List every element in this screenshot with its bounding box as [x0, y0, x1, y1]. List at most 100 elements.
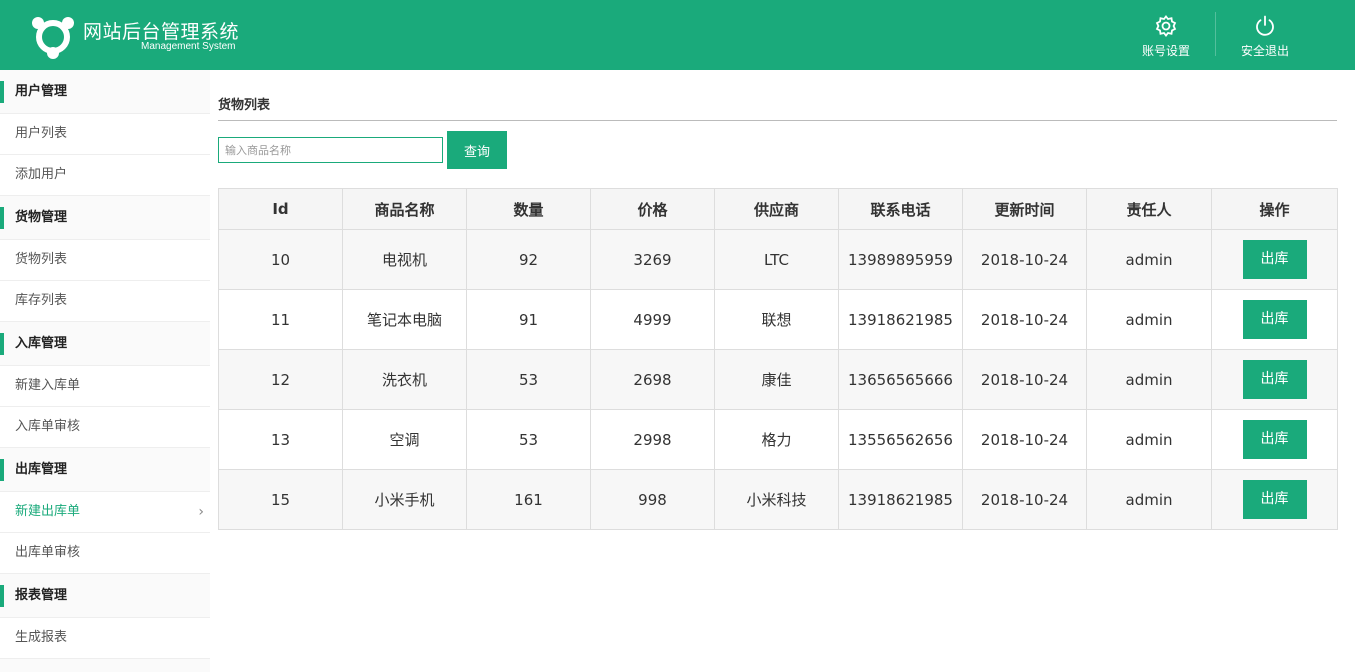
outbound-button[interactable]: 出库	[1242, 240, 1307, 279]
sidebar-group-user[interactable]: 用户管理	[0, 70, 210, 114]
table-cell: 13556562656	[838, 409, 963, 470]
table-cell: 2698	[590, 349, 715, 410]
table-cell: 13656565666	[838, 349, 963, 410]
app-subtitle: Management System	[141, 41, 236, 52]
table-cell: admin	[1086, 289, 1212, 350]
table-cell: 2998	[590, 409, 715, 470]
table-cell: 格力	[714, 409, 839, 470]
sidebar-group-inbound[interactable]: 入库管理	[0, 322, 210, 366]
table-cell: 53	[466, 349, 591, 410]
table-cell: 联想	[714, 289, 839, 350]
gear-icon	[1131, 14, 1201, 38]
column-header: 更新时间	[962, 188, 1087, 230]
sidebar-item-label: 入库单审核	[15, 419, 81, 434]
column-header: 供应商	[714, 188, 839, 230]
sidebar-item-label: 添加用户	[15, 167, 68, 182]
table-cell: 2018-10-24	[962, 289, 1087, 350]
outbound-button[interactable]: 出库	[1242, 480, 1307, 519]
logout-label: 安全退出	[1240, 44, 1289, 58]
sidebar-item-generate-report[interactable]: 生成报表	[0, 618, 210, 659]
table-cell: 12	[218, 349, 343, 410]
table-cell: 2018-10-24	[962, 349, 1087, 410]
sidebar-item-inbound-review[interactable]: 入库单审核	[0, 407, 210, 448]
table-cell: 161	[466, 469, 591, 530]
table-cell: 13918621985	[838, 469, 963, 530]
table-cell: 11	[218, 289, 343, 350]
table-cell: admin	[1086, 469, 1212, 530]
table-cell: 出库	[1211, 289, 1338, 350]
table-cell: admin	[1086, 229, 1212, 290]
sidebar-group-report[interactable]: 报表管理	[0, 574, 210, 618]
table-cell: 出库	[1211, 469, 1338, 530]
sidebar-item-label: 库存列表	[15, 293, 68, 308]
sidebar-item-label: 新建出库单	[15, 504, 81, 519]
column-header: 数量	[466, 188, 591, 230]
title-divider	[218, 120, 1337, 121]
column-header: 商品名称	[342, 188, 467, 230]
table-cell: 13918621985	[838, 289, 963, 350]
sidebar-item-goods-list[interactable]: 货物列表	[0, 240, 210, 281]
table-cell: 2018-10-24	[962, 409, 1087, 470]
column-header: 操作	[1211, 188, 1338, 230]
table-cell: 10	[218, 229, 343, 290]
sidebar-item-label: 货物列表	[15, 252, 68, 267]
table-cell: 92	[466, 229, 591, 290]
table-cell: 出库	[1211, 349, 1338, 410]
table-cell: 电视机	[342, 229, 467, 290]
search-input[interactable]	[218, 137, 443, 163]
table-cell: 91	[466, 289, 591, 350]
table-cell: 空调	[342, 409, 467, 470]
column-header: 价格	[590, 188, 715, 230]
table-row: 11 笔记本电脑 91 4999 联想 13918621985 2018-10-…	[218, 289, 1338, 350]
table-cell: 4999	[590, 289, 715, 350]
table-cell: 出库	[1211, 409, 1338, 470]
header-divider	[1215, 12, 1216, 56]
sidebar: 用户管理 用户列表 添加用户 货物管理 货物列表 库存列表 入库管理 新建入库单…	[0, 70, 210, 672]
table-cell: 小米手机	[342, 469, 467, 530]
app-title: 网站后台管理系统	[83, 21, 240, 43]
outbound-button[interactable]: 出库	[1242, 420, 1307, 459]
table-cell: 3269	[590, 229, 715, 290]
logout-button[interactable]: 安全退出	[1230, 14, 1300, 58]
table-row: 12 洗衣机 53 2698 康佳 13656565666 2018-10-24…	[218, 349, 1338, 410]
search-button[interactable]: 查询	[447, 131, 507, 169]
chevron-right-icon: ›	[198, 504, 204, 520]
column-header: Id	[218, 188, 343, 230]
outbound-button[interactable]: 出库	[1242, 300, 1307, 339]
table-cell: 笔记本电脑	[342, 289, 467, 350]
table-row: 10 电视机 92 3269 LTC 13989895959 2018-10-2…	[218, 229, 1338, 290]
table-header-row: Id 商品名称 数量 价格 供应商 联系电话 更新时间 责任人 操作	[218, 188, 1338, 230]
table-cell: 998	[590, 469, 715, 530]
table-cell: 13	[218, 409, 343, 470]
sidebar-item-label: 新建入库单	[15, 378, 81, 393]
account-settings-label: 账号设置	[1141, 44, 1190, 58]
table-cell: admin	[1086, 409, 1212, 470]
page-title: 货物列表	[218, 98, 271, 113]
sidebar-item-label: 用户列表	[15, 126, 68, 141]
logo-icon	[30, 13, 76, 59]
table-cell: 15	[218, 469, 343, 530]
sidebar-group-goods[interactable]: 货物管理	[0, 196, 210, 240]
outbound-button[interactable]: 出库	[1242, 360, 1307, 399]
table-cell: admin	[1086, 349, 1212, 410]
column-header: 责任人	[1086, 188, 1212, 230]
sidebar-item-new-inbound[interactable]: 新建入库单	[0, 366, 210, 407]
sidebar-item-label: 生成报表	[15, 630, 68, 645]
top-header: 网站后台管理系统 Management System 账号设置 安全退出	[0, 0, 1355, 70]
table-cell: 出库	[1211, 229, 1338, 290]
power-icon	[1230, 14, 1300, 38]
table-cell: 康佳	[714, 349, 839, 410]
sidebar-item-user-list[interactable]: 用户列表	[0, 114, 210, 155]
table-cell: 2018-10-24	[962, 229, 1087, 290]
table-cell: LTC	[714, 229, 839, 290]
sidebar-item-label: 出库单审核	[15, 545, 81, 560]
sidebar-item-new-outbound[interactable]: 新建出库单 ›	[0, 492, 210, 533]
table-row: 13 空调 53 2998 格力 13556562656 2018-10-24 …	[218, 409, 1338, 470]
sidebar-item-add-user[interactable]: 添加用户	[0, 155, 210, 196]
sidebar-item-stock-list[interactable]: 库存列表	[0, 281, 210, 322]
column-header: 联系电话	[838, 188, 963, 230]
sidebar-group-outbound[interactable]: 出库管理	[0, 448, 210, 492]
table-cell: 53	[466, 409, 591, 470]
account-settings-button[interactable]: 账号设置	[1131, 14, 1201, 58]
sidebar-item-outbound-review[interactable]: 出库单审核	[0, 533, 210, 574]
